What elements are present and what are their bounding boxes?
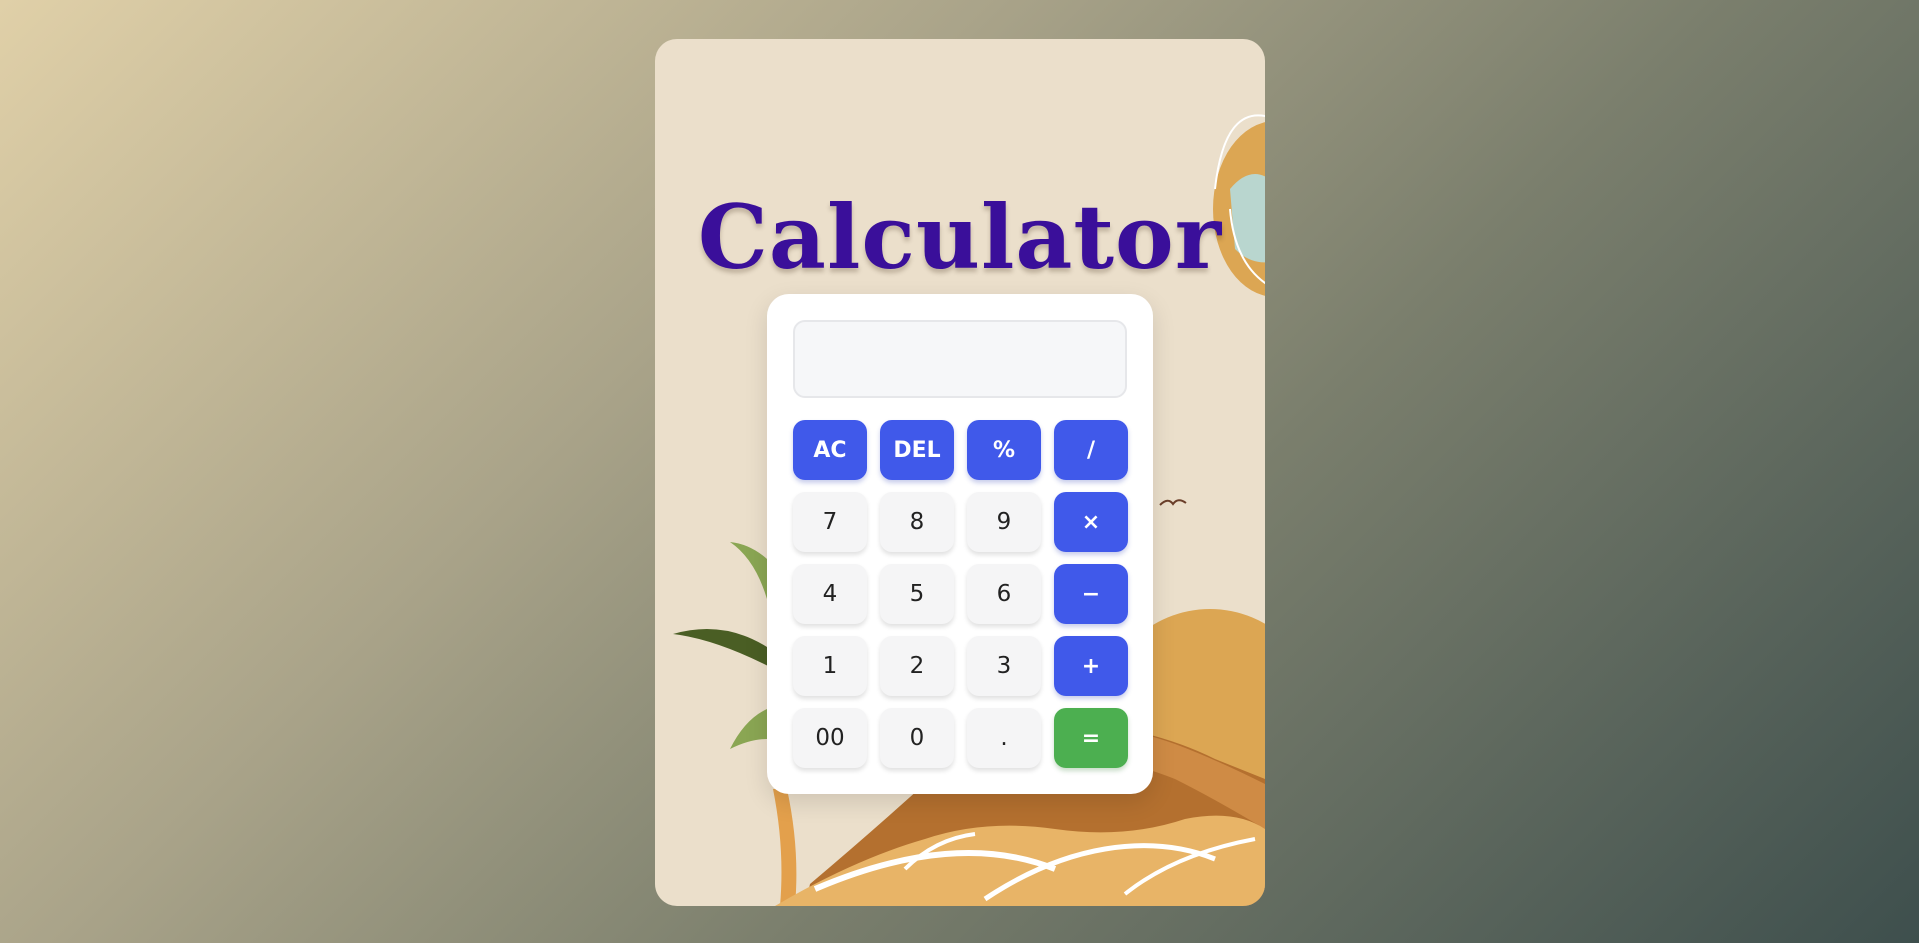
palm-trunk-shape — [773, 789, 797, 906]
plus-button[interactable]: + — [1054, 636, 1128, 696]
digit-3-button[interactable]: 3 — [967, 636, 1041, 696]
digit-7-button[interactable]: 7 — [793, 492, 867, 552]
palm-leaf-shape — [673, 629, 770, 667]
delete-button[interactable]: DEL — [880, 420, 954, 480]
palm-leaf-shape — [730, 709, 767, 749]
digit-1-button[interactable]: 1 — [793, 636, 867, 696]
equals-button[interactable]: = — [1054, 708, 1128, 768]
calculator-panel: AC DEL % / 7 8 9 × 4 5 6 − 1 2 3 + 00 0 … — [767, 294, 1153, 794]
digit-0-button[interactable]: 0 — [880, 708, 954, 768]
multiply-button[interactable]: × — [1054, 492, 1128, 552]
minus-button[interactable]: − — [1054, 564, 1128, 624]
digit-6-button[interactable]: 6 — [967, 564, 1041, 624]
bird-icon — [1159, 499, 1187, 506]
page-title: Calculator — [697, 185, 1223, 289]
palm-leaf-shape — [730, 542, 767, 599]
digit-8-button[interactable]: 8 — [880, 492, 954, 552]
decimal-point-button[interactable]: . — [967, 708, 1041, 768]
digit-4-button[interactable]: 4 — [793, 564, 867, 624]
double-zero-button[interactable]: 00 — [793, 708, 867, 768]
calculator-card: Calculator AC DEL % / 7 8 9 × 4 5 6 − 1 … — [655, 39, 1265, 906]
divide-button[interactable]: / — [1054, 420, 1128, 480]
digit-5-button[interactable]: 5 — [880, 564, 954, 624]
percent-button[interactable]: % — [967, 420, 1041, 480]
calculator-display[interactable] — [793, 320, 1127, 398]
digit-2-button[interactable]: 2 — [880, 636, 954, 696]
all-clear-button[interactable]: AC — [793, 420, 867, 480]
keypad: AC DEL % / 7 8 9 × 4 5 6 − 1 2 3 + 00 0 … — [793, 420, 1128, 768]
digit-9-button[interactable]: 9 — [967, 492, 1041, 552]
